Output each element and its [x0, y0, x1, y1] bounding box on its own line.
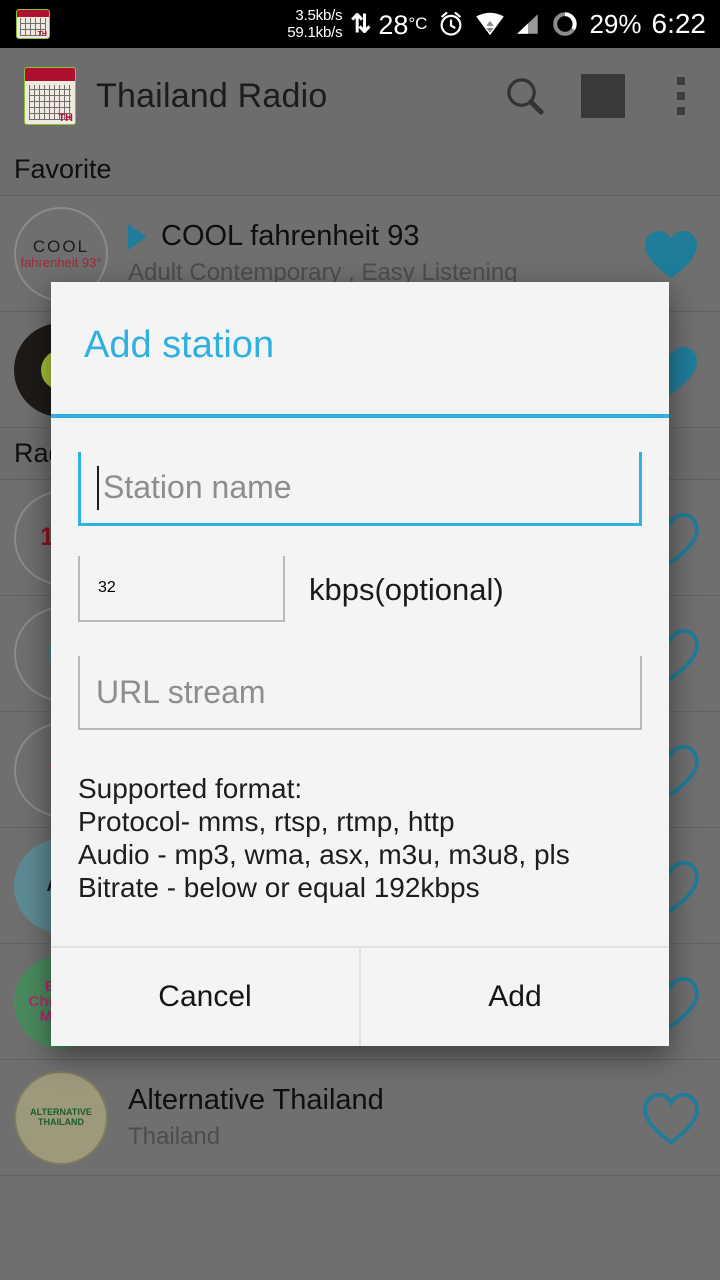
stop-square-icon — [581, 74, 625, 118]
dialog-body: Station name 32 kbps(optional) URL strea… — [51, 418, 669, 946]
overflow-menu-icon — [677, 77, 685, 115]
text-caret — [97, 465, 99, 510]
station-name-input[interactable]: Station name — [78, 452, 642, 526]
battery-percent: 29% — [589, 9, 642, 39]
radio-icon: TH — [16, 9, 50, 39]
station-name-placeholder: Station name — [103, 469, 292, 505]
favorite-heart-icon[interactable] — [640, 1090, 702, 1146]
favorite-heart-icon[interactable] — [640, 226, 702, 282]
supported-format-line: Supported format: — [78, 773, 303, 804]
stop-button[interactable] — [564, 48, 642, 144]
station-text: Alternative Thailand Thailand — [108, 1084, 640, 1151]
bitrate-label: kbps(optional) — [309, 572, 504, 607]
search-icon — [507, 78, 544, 115]
add-button[interactable]: Add — [359, 948, 669, 1046]
supported-format-line: Audio - mp3, wma, asx, m3u, m3u8, pls — [78, 839, 570, 870]
cell-signal-icon — [517, 14, 539, 34]
url-stream-input[interactable]: URL stream — [78, 656, 642, 730]
page-title: Thailand Radio — [96, 76, 328, 115]
station-subtitle: Thailand — [128, 1123, 221, 1150]
network-up-speed: 3.5kb/s — [295, 7, 343, 24]
add-station-dialog: Add station Station name 32 kbps(optiona… — [51, 282, 669, 1046]
wifi-icon — [476, 12, 505, 36]
supported-format-line: Protocol- mms, rtsp, rtmp, http — [78, 806, 455, 837]
dialog-title: Add station — [84, 324, 275, 366]
section-header-favorite: Favorite — [0, 144, 720, 196]
station-title: COOL fahrenheit 93 — [161, 220, 420, 252]
up-down-arrows-icon: ⇅ — [350, 9, 371, 38]
list-item[interactable]: ALTERNATIVE THAILAND Alternative Thailan… — [0, 1060, 720, 1176]
bitrate-input[interactable]: 32 — [78, 556, 285, 622]
supported-format-text: Supported format: Protocol- mms, rtsp, r… — [78, 772, 642, 904]
thailand-radio-logo-icon: TH — [24, 67, 76, 125]
degree-unit: °C — [408, 13, 428, 33]
overflow-menu-button[interactable] — [642, 48, 720, 144]
dialog-actions: Cancel Add — [51, 946, 669, 1046]
temperature-readout: 28°C — [378, 9, 428, 40]
battery-ring-icon — [553, 12, 578, 36]
station-text: COOL fahrenheit 93 Adult Contemporary , … — [108, 220, 640, 287]
station-logo-line1: COOL — [32, 236, 90, 256]
station-title: Alternative Thailand — [128, 1084, 384, 1116]
status-bar-right: 3.5kb/s 59.1kb/s ⇅ 28°C 29% 6:22 — [287, 7, 720, 41]
network-speed: 3.5kb/s 59.1kb/s — [287, 7, 342, 41]
play-icon — [128, 223, 147, 250]
search-button[interactable] — [486, 48, 564, 144]
status-bar: TH 3.5kb/s 59.1kb/s ⇅ 28°C 29% 6:22 — [0, 0, 720, 48]
network-down-speed: 59.1kb/s — [287, 24, 343, 41]
app-bar: TH Thailand Radio — [0, 48, 720, 144]
station-logo: ALTERNATIVE THAILAND — [14, 1070, 108, 1165]
alarm-clock-icon — [441, 11, 462, 36]
phone-screen: TH 3.5kb/s 59.1kb/s ⇅ 28°C 29% 6:22 TH T… — [0, 0, 720, 1280]
cancel-button[interactable]: Cancel — [51, 948, 359, 1046]
bitrate-value: 32 — [98, 579, 116, 596]
url-stream-placeholder: URL stream — [96, 673, 266, 710]
station-title-row: COOL fahrenheit 93 — [128, 220, 640, 253]
clock: 6:22 — [651, 8, 707, 39]
app-bar-actions — [486, 48, 720, 144]
supported-format-line: Bitrate - below or equal 192kbps — [78, 872, 480, 903]
bitrate-row: 32 kbps(optional) — [78, 556, 642, 622]
station-logo-line2: fahrenheit 93° — [20, 254, 102, 270]
